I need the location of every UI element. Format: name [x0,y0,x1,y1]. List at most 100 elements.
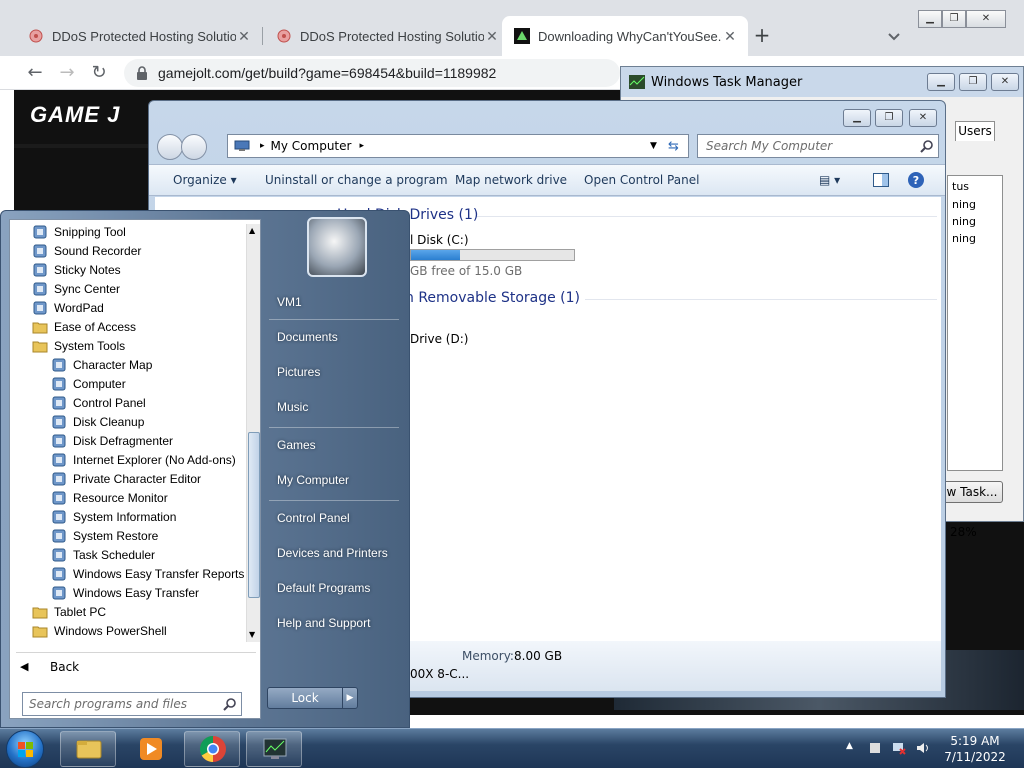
program-item[interactable]: System Tools [32,336,125,355]
forward-arrow-icon[interactable]: → [56,62,78,84]
close-icon[interactable]: ✕ [722,28,738,44]
close-button[interactable]: ✕ [909,109,937,127]
maximize-button[interactable]: ❐ [942,10,966,28]
program-item[interactable]: Windows PowerShell [32,621,167,640]
search-icon[interactable] [223,697,237,711]
maximize-button[interactable]: ❐ [959,73,987,91]
program-item[interactable]: Resource Monitor [51,488,168,507]
group-header-removable[interactable]: h Removable Storage (1) [405,290,580,306]
start-right-item[interactable]: Music [277,400,308,414]
program-item[interactable]: System Restore [51,526,158,545]
address-dropdown-icon[interactable]: ▼ [650,141,657,151]
program-item[interactable]: WordPad [32,298,104,317]
user-avatar[interactable] [307,217,367,277]
tab-users[interactable]: Users [955,121,995,141]
new-tab-button[interactable]: + [752,25,772,46]
breadcrumb[interactable]: My Computer [271,139,352,153]
search-programs-input[interactable]: Search programs and files [22,692,242,716]
program-item[interactable]: Sound Recorder [32,241,141,260]
application-list[interactable]: tus ning ning ning [947,175,1003,471]
program-item[interactable]: Task Scheduler [51,545,155,564]
help-icon[interactable]: ? [907,171,925,189]
close-icon[interactable]: ✕ [236,28,252,44]
back-button[interactable] [157,134,183,160]
program-item[interactable]: Private Character Editor [51,469,201,488]
reload-icon[interactable]: ↻ [88,62,110,84]
chevron-down-icon[interactable] [886,28,902,44]
close-icon[interactable]: ✕ [484,28,500,44]
drive-d-label[interactable]: Drive (D:) [410,332,468,346]
program-item[interactable]: Ease of Access [32,317,136,336]
back-button[interactable]: Back [50,660,79,674]
tab-ddos-2[interactable]: DDoS Protected Hosting Solution ✕ [264,16,510,56]
explorer-taskbar-button[interactable] [60,731,116,767]
drive-c-label[interactable]: l Disk (C:) [410,233,469,247]
back-arrow-icon[interactable]: ◀ [20,660,28,673]
volume-icon[interactable] [916,741,930,755]
uninstall-program-button[interactable]: Uninstall or change a program [265,173,448,187]
shutdown-options-icon[interactable]: ▶ [342,687,358,709]
program-item[interactable]: Control Panel [51,393,146,412]
program-item[interactable]: Internet Explorer (No Add-ons) [51,450,236,469]
minimize-button[interactable]: ▁ [927,73,955,91]
search-icon[interactable] [920,139,934,153]
program-item[interactable]: Tablet PC [32,602,106,621]
lock-button[interactable]: Lock [267,687,343,709]
maximize-button[interactable]: ❐ [875,109,903,127]
back-arrow-icon[interactable]: ← [24,62,46,84]
refresh-icon[interactable]: ⇆ [668,139,679,154]
search-input[interactable]: Search My Computer [697,134,939,158]
task-manager-taskbar-button[interactable] [246,731,302,767]
program-item[interactable]: Sticky Notes [32,260,121,279]
address-bar[interactable]: gamejolt.com/get/build?game=698454&build… [124,59,620,87]
start-right-item[interactable]: Games [277,438,316,452]
program-item[interactable]: Windows Easy Transfer [51,583,199,602]
start-right-item[interactable]: Documents [277,330,338,344]
program-item[interactable]: Character Map [51,355,152,374]
status-column-header[interactable]: tus [952,180,969,193]
program-item[interactable]: Disk Defragmenter [51,431,173,450]
breadcrumb-arrow-icon[interactable]: ▸ [260,141,265,151]
minimize-button[interactable]: ▁ [843,109,871,127]
breadcrumb-arrow-icon[interactable]: ▸ [359,141,364,151]
scroll-up-icon[interactable]: ▲ [249,226,255,235]
program-item[interactable]: Disk Cleanup [51,412,144,431]
view-options-icon[interactable]: ▤ ▾ [819,173,840,187]
program-item[interactable]: Computer [51,374,126,393]
tab-downloading[interactable]: Downloading WhyCan'tYouSee.exe ✕ [502,16,748,56]
new-task-button[interactable]: w Task... [941,481,1003,503]
scrollbar-thumb[interactable] [248,432,260,598]
organize-button[interactable]: Organize ▾ [173,173,237,187]
start-right-item[interactable]: VM1 [277,295,302,309]
program-item[interactable]: Snipping Tool [32,222,126,241]
start-right-item[interactable]: Default Programs [277,581,370,595]
close-button[interactable]: ✕ [991,73,1019,91]
start-button[interactable] [6,730,44,768]
system-clock[interactable]: 5:19 AM 7/11/2022 [940,733,1010,765]
start-right-item[interactable]: Help and Support [277,616,370,630]
start-right-item[interactable]: Devices and Printers [277,546,388,560]
program-item[interactable]: System Information [51,507,176,526]
start-right-item[interactable]: Control Panel [277,511,350,525]
forward-button[interactable] [181,134,207,160]
map-network-drive-button[interactable]: Map network drive [455,173,567,187]
tab-ddos-1[interactable]: DDoS Protected Hosting Solution ✕ [16,16,262,56]
minimize-button[interactable]: ▁ [918,10,942,28]
program-item[interactable]: Windows Easy Transfer Reports [51,564,244,583]
start-right-item[interactable]: Pictures [277,365,320,379]
network-icon[interactable] [892,741,906,755]
address-bar[interactable]: ▸ My Computer ▸ ▼ ⇆ [227,134,689,158]
start-right-item[interactable]: My Computer [277,473,349,487]
action-center-icon[interactable] [868,741,882,755]
programs-scrollbar[interactable]: ▲ ▼ [246,224,260,642]
open-control-panel-button[interactable]: Open Control Panel [584,173,699,187]
close-button[interactable]: ✕ [966,10,1006,28]
chrome-taskbar-button[interactable] [184,731,240,767]
show-hidden-icons[interactable]: ▲ [846,741,860,755]
group-divider [585,299,937,300]
preview-pane-icon[interactable] [873,173,889,187]
scroll-down-icon[interactable]: ▼ [249,630,255,639]
media-player-taskbar-button[interactable] [122,731,178,767]
program-label: WordPad [54,300,104,315]
program-item[interactable]: Sync Center [32,279,120,298]
